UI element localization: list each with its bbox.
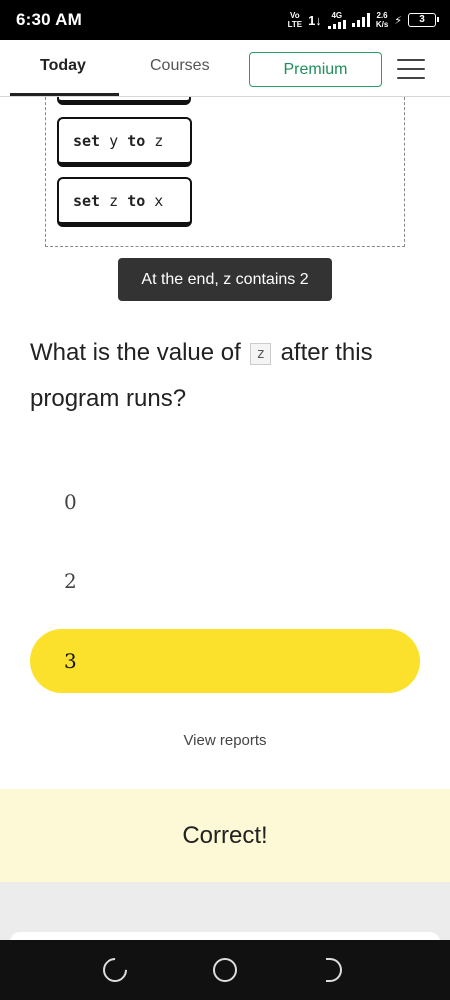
active-tab-indicator <box>10 93 119 96</box>
system-nav-bar <box>0 940 450 1000</box>
answer-option[interactable]: 0 <box>30 470 420 534</box>
code-keyword: to <box>127 131 146 150</box>
code-keyword: set <box>73 131 101 150</box>
view-reports-link[interactable]: View reports <box>0 732 450 749</box>
tab-courses[interactable]: Courses <box>150 57 210 75</box>
network-speed: 2.6 K/s <box>375 11 389 29</box>
answer-option[interactable]: 2 <box>30 549 420 613</box>
top-nav: Today Courses Premium <box>0 40 450 97</box>
feedback-text: Correct! <box>182 821 268 849</box>
answer-option-selected[interactable]: 3 <box>30 629 420 693</box>
code-variable: z <box>109 191 119 210</box>
hamburger-menu-icon[interactable] <box>397 59 425 81</box>
data-transfer-icon: 1↓ <box>308 12 322 28</box>
feedback-banner: Correct! <box>0 789 450 882</box>
code-block-partial <box>57 97 191 105</box>
recent-apps-icon[interactable] <box>98 953 132 987</box>
status-bar: 6:30 AM Vo LTE 1↓ 4G 2.6 K/s ⚡ 3 <box>0 0 450 40</box>
tab-today[interactable]: Today <box>40 57 86 75</box>
charging-icon: ⚡ <box>394 14 402 27</box>
signal-icon <box>351 13 370 27</box>
network-type-icon: 4G <box>327 11 346 29</box>
code-variable: y <box>109 131 119 150</box>
status-time: 6:30 AM <box>16 10 82 29</box>
back-icon[interactable] <box>326 958 342 982</box>
code-variable: x <box>154 191 164 210</box>
question-text: What is the value of z after this progra… <box>30 339 373 412</box>
variable-chip: z <box>250 342 271 365</box>
battery-icon: 3 <box>408 13 439 27</box>
code-variable: z <box>154 131 164 150</box>
code-block[interactable]: set z to x <box>57 177 192 227</box>
home-icon[interactable] <box>213 958 237 982</box>
code-keyword: set <box>73 191 101 210</box>
status-icons: Vo LTE 1↓ 4G 2.6 K/s ⚡ 3 <box>287 7 439 33</box>
code-block[interactable]: set y to z <box>57 117 192 167</box>
volte-icon: Vo LTE <box>287 11 303 29</box>
premium-button[interactable]: Premium <box>249 52 382 87</box>
result-tooltip: At the end, z contains 2 <box>118 258 332 301</box>
code-keyword: to <box>127 191 146 210</box>
